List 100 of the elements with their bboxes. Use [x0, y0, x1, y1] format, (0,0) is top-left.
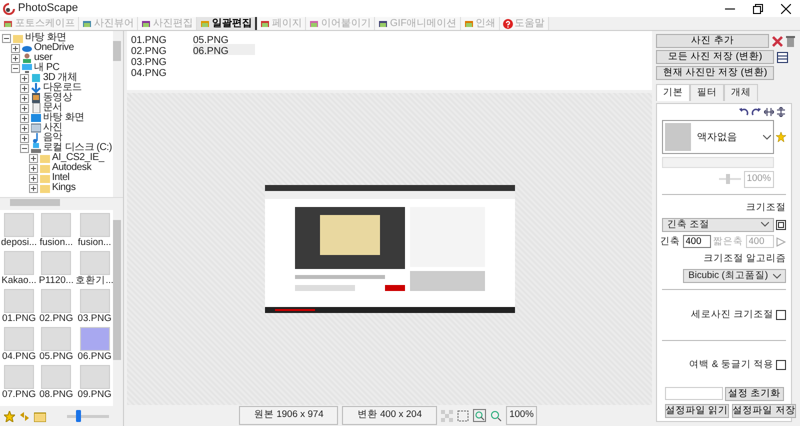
collapse-icon[interactable] [2, 34, 11, 42]
tree-item[interactable]: Autodesk [52, 163, 92, 173]
collapse-icon[interactable] [20, 144, 29, 152]
zoom-in-icon[interactable] [490, 410, 502, 422]
settings-button[interactable]: 설정 초기화 [725, 387, 784, 401]
expand-icon[interactable] [29, 174, 38, 182]
star-icon[interactable] [776, 132, 786, 142]
expand-icon[interactable] [20, 124, 29, 132]
tree-item[interactable]: 음악 [43, 133, 62, 143]
fit-icon[interactable] [456, 410, 469, 422]
option-label: 여백 & 둥글기 적용 [689, 358, 774, 372]
photo-stack-icon [141, 18, 151, 28]
flip-horizontal-icon[interactable] [764, 107, 774, 118]
opacity-reading: 100% [744, 171, 774, 188]
window-title: PhotoScape [18, 1, 78, 16]
expand-icon[interactable] [20, 114, 29, 122]
settings-button[interactable]: 설정파일 읽기 [664, 404, 730, 418]
tree-item[interactable]: 사진 [43, 123, 62, 133]
film-icon [31, 93, 41, 103]
chevron-down-icon [760, 222, 768, 228]
file-name[interactable]: 03.PNG [131, 55, 193, 66]
tree-item[interactable]: 문서 [43, 103, 62, 113]
monitor-icon [31, 113, 41, 123]
tree-item[interactable]: AI_CS2_IE_ [52, 153, 104, 163]
option-label: 세로사진 크기조절 [690, 308, 774, 322]
file-name[interactable]: 04.PNG [131, 66, 193, 77]
expand-icon[interactable] [20, 134, 29, 142]
photo-stack-icon [82, 18, 92, 28]
flip-vertical-icon[interactable] [776, 107, 786, 118]
file-name[interactable]: 02.PNG [131, 44, 193, 55]
expand-icon[interactable] [29, 164, 38, 172]
settings-button[interactable]: 설정파일 저장 [732, 404, 796, 418]
restore-icon[interactable] [753, 4, 763, 14]
tree-item[interactable]: 바탕 화면 [25, 33, 66, 43]
tree-item[interactable]: 내 PC [34, 63, 60, 73]
trash-icon[interactable] [785, 36, 796, 46]
file-name[interactable]: 01.PNG [131, 33, 193, 44]
status-original-size: 원본 1906 x 974 [238, 406, 338, 425]
frame-preview-swatch [665, 123, 691, 152]
file-name[interactable]: 05.PNG [193, 33, 255, 44]
tree-item[interactable]: 다운로드 [43, 83, 82, 93]
monitor-icon [22, 63, 32, 73]
cloud-icon [22, 43, 32, 53]
tree-item[interactable]: 바탕 화면 [43, 113, 84, 123]
close-icon[interactable] [781, 4, 791, 14]
checker-icon[interactable] [440, 410, 453, 422]
expand-icon[interactable] [11, 44, 20, 52]
expand-icon[interactable] [20, 74, 29, 82]
rotate-left-icon[interactable] [738, 107, 748, 118]
panel-tab[interactable]: 개체 [724, 84, 758, 102]
person-icon [22, 53, 32, 63]
action-button[interactable]: 사진 추가 [656, 34, 769, 48]
chevron-down-icon [762, 134, 770, 140]
text-field[interactable] [664, 387, 723, 400]
expand-icon[interactable] [20, 104, 29, 112]
slider-thumb[interactable] [76, 410, 82, 422]
tree-item[interactable]: 동영상 [43, 93, 72, 103]
tree-item[interactable]: Kings [52, 183, 76, 193]
folder-icon[interactable] [34, 410, 46, 422]
picture-icon [31, 123, 41, 133]
chevron-down-icon [773, 274, 781, 279]
collapse-icon[interactable] [11, 64, 20, 72]
tree-item[interactable]: 3D 개체 [43, 73, 78, 83]
panel-tab[interactable]: 기본 [656, 84, 690, 102]
square-icon[interactable] [776, 220, 786, 230]
checkbox[interactable] [776, 310, 786, 320]
status-converted-size: 변환 400 x 204 [342, 406, 437, 425]
checkbox[interactable] [776, 360, 786, 370]
long-side-input[interactable]: 400 [682, 235, 710, 248]
photo-stack-icon [378, 18, 388, 28]
frame-dropdown[interactable]: 액자없음 [662, 120, 774, 154]
expand-icon[interactable] [20, 94, 29, 102]
resize-mode-dropdown[interactable]: 긴축 조절 [662, 218, 774, 232]
list-icon[interactable] [776, 52, 788, 62]
star-icon[interactable] [4, 410, 15, 422]
app-logo-icon [3, 2, 15, 14]
text-field[interactable] [662, 157, 774, 168]
action-button[interactable]: 모든 사진 저장 (변환) [656, 50, 774, 64]
tree-item[interactable]: OneDrive [34, 43, 74, 53]
document-icon [31, 103, 41, 113]
rotate-right-icon[interactable] [751, 107, 761, 118]
tree-item[interactable]: 로컬 디스크 (C:) [43, 143, 112, 153]
expand-icon[interactable] [20, 84, 29, 92]
photo-stack-icon [200, 18, 210, 28]
expand-icon[interactable] [11, 54, 20, 62]
delete-icon[interactable] [772, 36, 782, 46]
tree-item[interactable]: user [34, 53, 52, 63]
folder-icon [13, 33, 23, 43]
action-button[interactable]: 현재 사진만 저장 (변환) [656, 66, 774, 80]
file-name[interactable]: 06.PNG [193, 44, 255, 55]
field-label: 짧은축 [713, 234, 743, 249]
field-label: 긴축 [660, 234, 680, 249]
zoom-in-icon[interactable] [472, 409, 486, 422]
panel-tab[interactable]: 필터 [690, 84, 724, 102]
expand-icon[interactable] [29, 154, 38, 162]
expand-icon[interactable] [29, 184, 38, 192]
photo-stack-icon [464, 18, 474, 28]
tree-item[interactable]: Intel [52, 173, 70, 183]
algorithm-dropdown[interactable]: Bicubic (최고품질) [683, 269, 786, 284]
tab[interactable]: 일괄편집 [197, 17, 257, 30]
